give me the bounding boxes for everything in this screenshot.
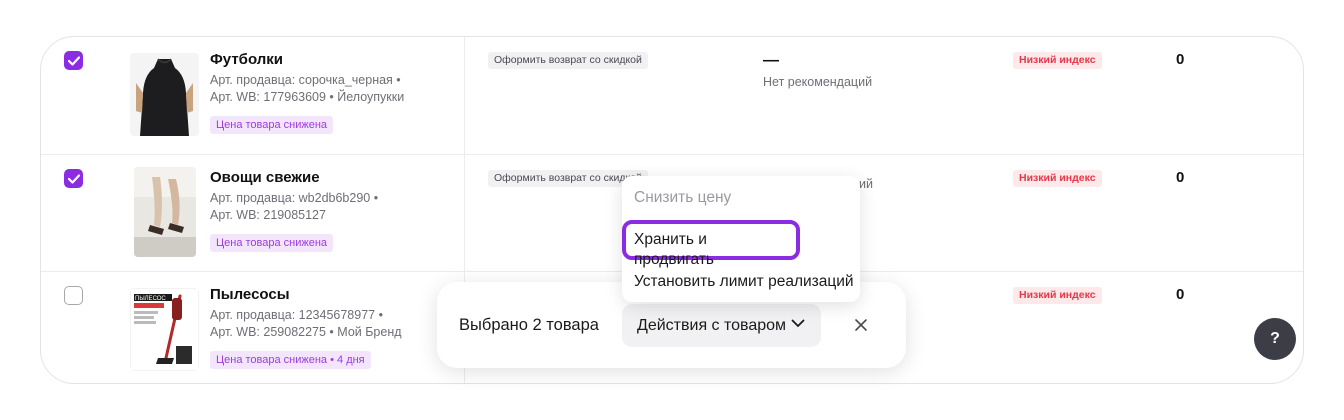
price-reduced-tag: Цена товара снижена • 4 дня [210,351,371,369]
return-discount-chip[interactable]: Оформить возврат со скидкой [488,52,648,69]
product-info: Овощи свежие Арт. продавца: wb2db6b290 •… [210,169,378,252]
close-icon[interactable] [854,318,868,332]
seller-article: Арт. продавца: 12345678977 • [210,308,383,322]
wb-article: Арт. WB: 177963609 • Йелоупукки [210,90,405,104]
row-checkbox[interactable] [64,169,83,188]
recommendation-dash: — [763,52,779,69]
product-meta: Арт. продавца: сорочка_черная • Арт. WB:… [210,72,404,106]
menu-item-set-sales-limit[interactable]: Установить лимит реализаций [634,272,854,292]
product-info: Футболки Арт. продавца: сорочка_черная •… [210,51,404,134]
product-name[interactable]: Овощи свежие [210,169,378,187]
black-tank-top-photo [130,53,199,136]
product-actions-button[interactable]: Действия с товаром [622,304,821,347]
help-button[interactable]: ? [1254,318,1296,360]
actions-dropdown-menu: Снизить цену Хранить и продвигать Устано… [622,176,860,302]
product-info: Пылесосы Арт. продавца: 12345678977 • Ар… [210,286,402,369]
seller-article: Арт. продавца: wb2db6b290 • [210,191,379,205]
check-icon [67,55,80,66]
low-index-badge: Низкий индекс [1013,52,1102,69]
product-name[interactable]: Пылесосы [210,286,402,304]
check-icon [67,173,80,184]
vacuum-cleaner-photo: ПЫЛЕСОС [130,288,199,371]
wb-article: Арт. WB: 259082275 • Мой Бренд [210,325,402,339]
legs-photo [134,167,196,257]
recommendation: — Нет рекомендаций [763,52,873,90]
seller-article: Арт. продавца: сорочка_черная • [210,73,401,87]
count-value: 0 [1176,169,1185,186]
recommendation: ий [859,171,873,191]
row-checkbox[interactable] [64,286,83,305]
price-reduced-tag: Цена товара снижена [210,116,334,134]
low-index-badge: Низкий индекс [1013,287,1102,304]
price-reduced-tag: Цена товара снижена [210,234,334,252]
product-name[interactable]: Футболки [210,51,404,69]
chevron-down-icon [791,319,805,327]
table-row: Футболки Арт. продавца: сорочка_черная •… [41,37,1303,155]
product-thumbnail[interactable] [134,167,196,257]
recommendation-text: ий [859,177,873,191]
menu-item-reduce-price[interactable]: Снизить цену [634,188,731,208]
product-thumbnail[interactable] [130,53,199,136]
menu-item-store-and-promote[interactable]: Хранить и продвигать [622,220,800,268]
low-index-badge: Низкий индекс [1013,170,1102,187]
svg-text:ПЫЛЕСОС: ПЫЛЕСОС [135,296,166,302]
selected-count-label: Выбрано 2 товара [459,316,599,334]
product-meta: Арт. продавца: 12345678977 • Арт. WB: 25… [210,307,402,341]
count-value: 0 [1176,286,1185,303]
product-actions-label: Действия с товаром [637,316,787,334]
row-checkbox[interactable] [64,51,83,70]
recommendation-text: Нет рекомендаций [763,75,873,89]
product-thumbnail[interactable]: ПЫЛЕСОС [130,288,199,371]
count-value: 0 [1176,51,1185,68]
product-meta: Арт. продавца: wb2db6b290 • Арт. WB: 219… [210,190,378,224]
wb-article: Арт. WB: 219085127 [210,208,326,222]
